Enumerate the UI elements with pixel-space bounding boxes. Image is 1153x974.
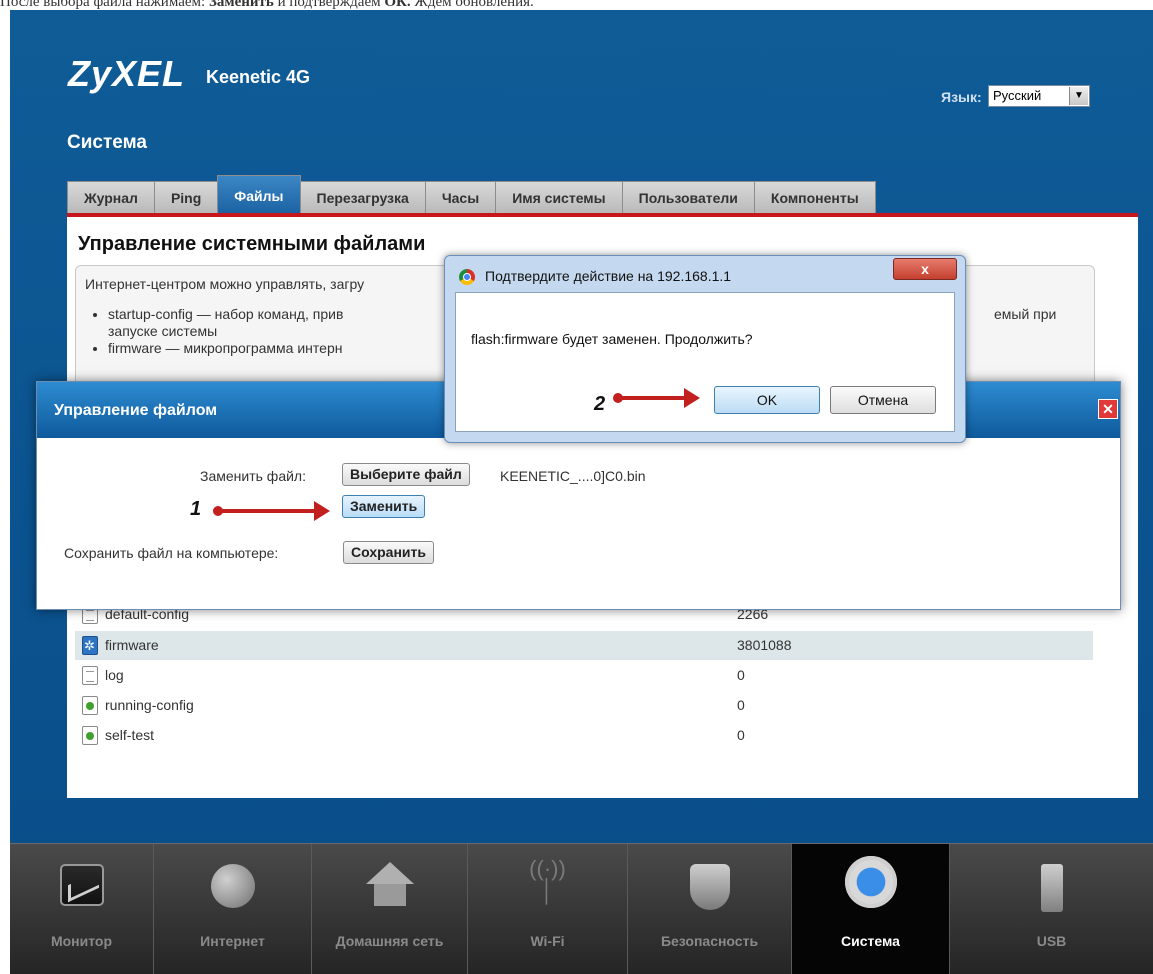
nav-label: Система bbox=[841, 933, 900, 949]
nav-item-monitor[interactable]: Монитор bbox=[10, 844, 154, 974]
globe-icon bbox=[210, 864, 255, 908]
confirm-close-button[interactable]: x bbox=[893, 258, 957, 280]
chevron-down-icon[interactable]: ▼ bbox=[1069, 87, 1088, 105]
table-row[interactable]: firmware 3801088 bbox=[75, 631, 1093, 660]
confirm-title: Подтвердите действие на 192.168.1.1 bbox=[485, 268, 732, 284]
nav-label: Безопасность bbox=[660, 933, 759, 949]
table-row[interactable]: self-test 0 bbox=[75, 721, 1093, 750]
nav-item-security[interactable]: Безопасность bbox=[628, 844, 792, 974]
replace-file-label: Заменить файл: bbox=[200, 468, 306, 484]
table-row[interactable]: running-config 0 bbox=[75, 691, 1093, 720]
language-label: Язык: bbox=[941, 89, 982, 105]
shield-icon bbox=[689, 864, 730, 910]
step-number-1: 1 bbox=[190, 498, 202, 520]
tab-journal[interactable]: Журнал bbox=[67, 181, 155, 213]
tab-users[interactable]: Пользователи bbox=[621, 181, 755, 213]
chosen-file-name: KEENETIC_....0]C0.bin bbox=[500, 468, 646, 484]
file-name: firmware bbox=[105, 637, 159, 653]
close-icon[interactable]: ✕ bbox=[1098, 399, 1118, 419]
tab-system-name[interactable]: Имя системы bbox=[495, 181, 623, 213]
caption-text: После выбора файла нажимаем: Заменить и … bbox=[0, 0, 534, 10]
caption-bold-replace: Заменить bbox=[208, 0, 274, 10]
file-size: 0 bbox=[737, 667, 745, 683]
nav-item-usb[interactable]: USB bbox=[950, 844, 1153, 974]
tab-reboot[interactable]: Перезагрузка bbox=[299, 181, 426, 213]
nav-label: Монитор bbox=[50, 933, 113, 949]
language-select[interactable]: Русский ▼ bbox=[988, 85, 1090, 107]
file-name: log bbox=[105, 667, 124, 683]
wifi-icon: ((·)) │ bbox=[529, 856, 566, 903]
script-icon bbox=[82, 696, 98, 715]
file-name: running-config bbox=[105, 697, 194, 713]
page-title: Управление системными файлами bbox=[78, 233, 426, 255]
dialog-body: Заменить файл: Выберите файл KEENETIC_..… bbox=[37, 438, 1120, 609]
file-size: 0 bbox=[737, 727, 745, 743]
confirm-dialog: Подтвердите действие на 192.168.1.1 x fl… bbox=[444, 255, 966, 443]
file-size: 0 bbox=[737, 697, 745, 713]
confirm-message: flash:firmware будет заменен. Продолжить… bbox=[471, 331, 753, 347]
nav-label: Wi-Fi bbox=[530, 933, 565, 949]
caption-part: и подтверждаем bbox=[273, 0, 385, 10]
replace-button[interactable]: Заменить bbox=[342, 495, 426, 518]
language-value: Русский bbox=[993, 88, 1042, 103]
tab-files[interactable]: Файлы bbox=[217, 175, 301, 213]
nav-item-home-network[interactable]: Домашняя сеть bbox=[312, 844, 468, 974]
dialog-title: Управление файлом bbox=[54, 402, 218, 419]
info-item-cont: запуске системы bbox=[108, 323, 218, 339]
section-title: Система bbox=[67, 132, 147, 153]
nav-item-internet[interactable]: Интернет bbox=[154, 844, 312, 974]
red-arrow-1 bbox=[213, 501, 330, 521]
usb-icon bbox=[1040, 864, 1063, 912]
table-row[interactable]: log 0 bbox=[75, 661, 1093, 690]
info-intro: Интернет-центром можно управлять, загру bbox=[85, 276, 365, 292]
save-file-label: Сохранить файл на компьютере: bbox=[64, 545, 279, 561]
confirm-body: flash:firmware будет заменен. Продолжить… bbox=[455, 292, 955, 432]
tab-ping[interactable]: Ping bbox=[153, 181, 219, 213]
tab-bar: Журнал Ping Файлы Перезагрузка Часы Имя … bbox=[67, 175, 876, 213]
nav-label: USB bbox=[1036, 933, 1067, 949]
nav-label: Домашняя сеть bbox=[335, 933, 444, 949]
chrome-icon bbox=[459, 269, 475, 285]
ok-button[interactable]: OK bbox=[714, 386, 820, 414]
monitor-icon bbox=[59, 864, 104, 906]
model-name: Keenetic 4G bbox=[206, 67, 311, 87]
bottom-navigation: Монитор Интернет Домашняя сеть ((·)) │ Wi… bbox=[10, 843, 1153, 974]
info-item-suffix: емый при bbox=[994, 306, 1057, 322]
nav-item-wifi[interactable]: ((·)) │ Wi-Fi bbox=[468, 844, 628, 974]
cancel-button[interactable]: Отмена bbox=[830, 386, 936, 414]
gear-icon bbox=[844, 856, 897, 908]
choose-file-button[interactable]: Выберите файл bbox=[342, 463, 470, 486]
save-button[interactable]: Сохранить bbox=[343, 541, 434, 564]
nav-item-system[interactable]: Система bbox=[792, 844, 950, 974]
nav-label: Интернет bbox=[200, 933, 265, 949]
step-number-2: 2 bbox=[594, 393, 606, 415]
tab-components[interactable]: Компоненты bbox=[753, 181, 876, 213]
home-icon bbox=[365, 862, 414, 906]
red-arrow-2 bbox=[613, 388, 700, 408]
file-name: self-test bbox=[105, 727, 155, 743]
tab-clock[interactable]: Часы bbox=[424, 181, 497, 213]
info-item-text: startup-config — набор команд, прив bbox=[108, 306, 344, 322]
document-icon bbox=[82, 666, 98, 685]
gear-icon bbox=[82, 636, 98, 655]
caption-part: Ждем обновления. bbox=[410, 0, 534, 10]
zyxel-logo: ZyXEL bbox=[68, 53, 186, 94]
file-size: 3801088 bbox=[737, 637, 792, 653]
caption-part: После выбора файла нажимаем: bbox=[0, 0, 209, 10]
caption-bold-ok: ОК. bbox=[384, 0, 411, 10]
script-icon bbox=[82, 726, 98, 745]
